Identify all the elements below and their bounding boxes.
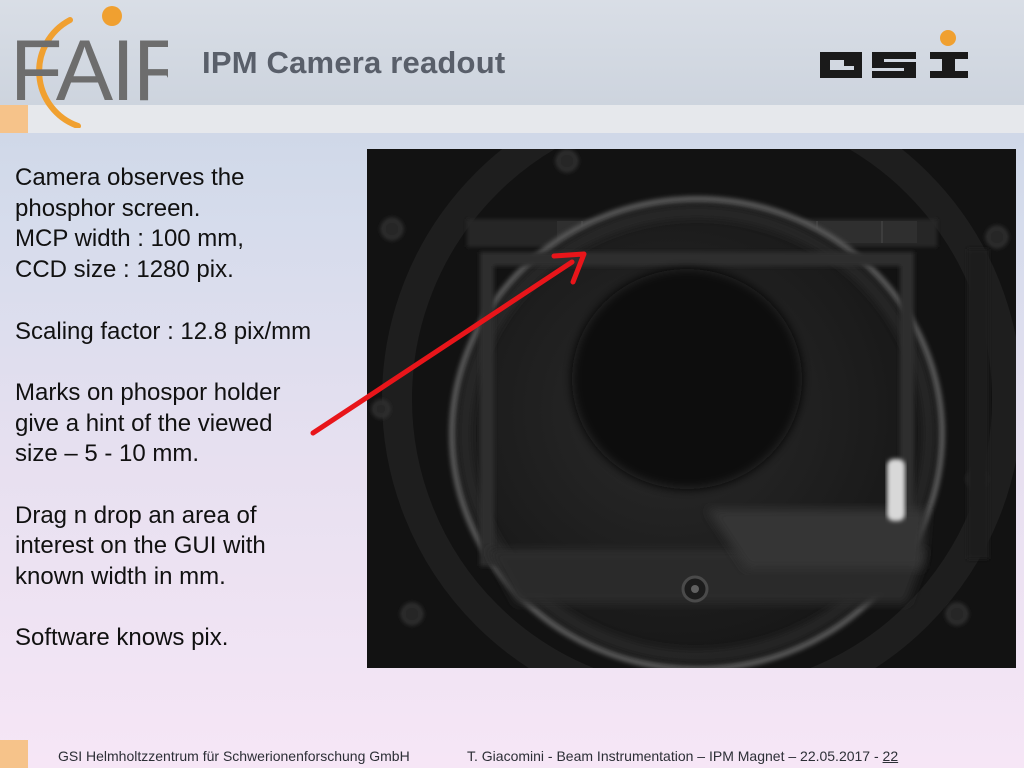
footer-accent-square [0,740,28,768]
paragraph-scaling-factor: Scaling factor : 12.8 pix/mm [15,317,312,345]
camera-image [367,149,1016,668]
gsi-logo [820,30,968,78]
footer-presentation-info: T. Giacomini - Beam Instrumentation – IP… [467,748,898,764]
footer-info-text: T. Giacomini - Beam Instrumentation – IP… [467,748,883,764]
paragraph-software-pix: Software knows pix. [15,624,229,652]
slide-body-text: Camera observes the phosphor screen. MCP… [15,163,355,654]
paragraph-camera-info: Camera observes the phosphor screen. MCP… [15,164,245,284]
fair-logo: FAIR [10,6,168,128]
slide-title: IPM Camera readout [202,45,506,80]
paragraph-marks-hint: Marks on phospor holder give a hint of t… [15,378,281,468]
paragraph-drag-drop: Drag n drop an area of interest on the G… [15,501,266,591]
footer-institution: GSI Helmholtzzentrum für Schwerionenfors… [58,748,410,764]
svg-text:FAIR: FAIR [10,23,168,119]
page-number: 22 [882,748,899,764]
